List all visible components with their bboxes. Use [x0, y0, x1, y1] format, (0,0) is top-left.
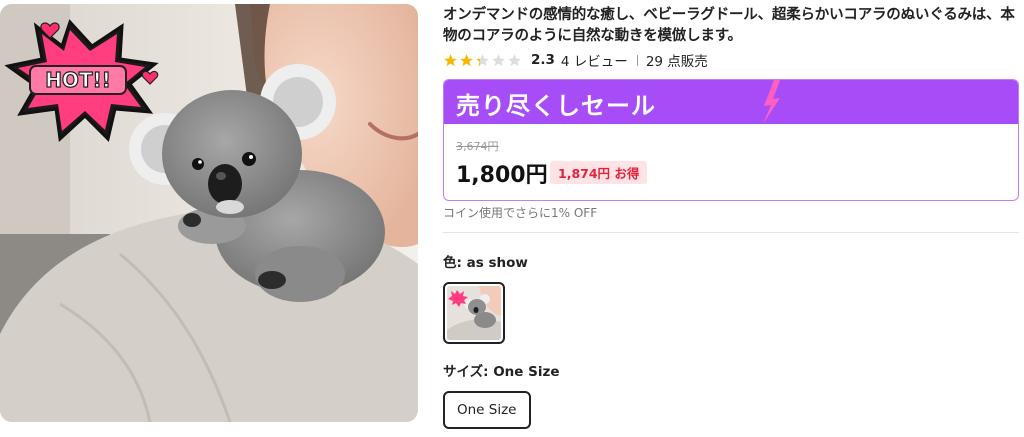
- swatch-thumbnail: [447, 286, 501, 340]
- lightning-icon: [763, 80, 780, 124]
- sale-price-box: 売り尽くしセール 3,674円 1,800円 1,874円 お得: [443, 79, 1019, 201]
- star-rating: [443, 53, 523, 68]
- star-empty-icon: [508, 53, 521, 66]
- star-full-icon: [460, 53, 473, 66]
- current-price: 1,800円: [456, 163, 548, 188]
- hot-badge-text: HOT!!: [45, 68, 111, 92]
- sold-count: 29 点販売: [645, 54, 708, 70]
- rating-row[interactable]: 2.3 4 レビュー 29 点販売: [443, 50, 708, 70]
- size-option-one-size[interactable]: One Size: [443, 391, 531, 429]
- color-swatch-as-show[interactable]: [443, 282, 505, 344]
- rating-value: 2.3: [531, 52, 555, 68]
- savings-badge: 1,874円 お得: [550, 161, 648, 184]
- sale-banner-label: 売り尽くしセール: [456, 92, 656, 120]
- original-price: 3,674円: [456, 140, 499, 153]
- sale-banner: 売り尽くしセール: [444, 80, 1018, 124]
- product-image[interactable]: HOT!!: [0, 4, 418, 422]
- divider: [443, 232, 1019, 233]
- color-label: 色: as show: [443, 255, 528, 271]
- size-label: サイズ: One Size: [443, 364, 560, 380]
- review-count-link[interactable]: 4 レビュー: [561, 50, 628, 70]
- koala-thumbnail: [447, 286, 501, 340]
- star-full-icon: [444, 53, 457, 66]
- star-empty-icon: [492, 53, 505, 66]
- coin-discount-note: コイン使用でさらに1% OFF: [443, 206, 598, 220]
- koala-photo-illustration: HOT!!: [0, 4, 418, 422]
- separator: [636, 54, 638, 66]
- star-partial-icon: [476, 53, 489, 66]
- product-title: オンデマンドの感情的な癒し、ベビーラグドール、超柔らかいコアラのぬいぐるみは、本…: [443, 7, 1015, 44]
